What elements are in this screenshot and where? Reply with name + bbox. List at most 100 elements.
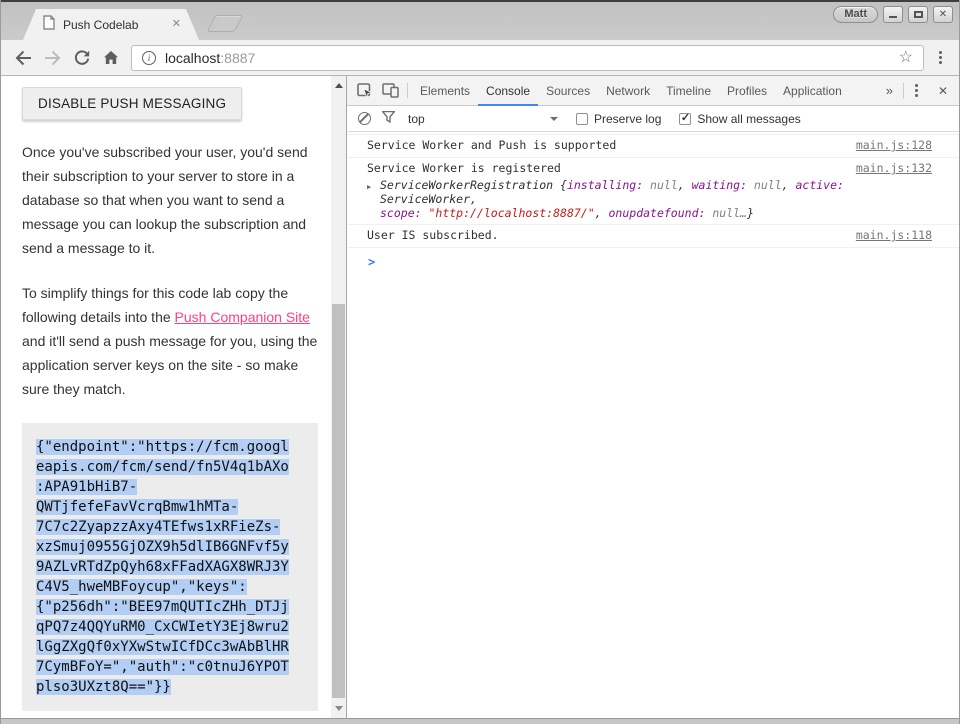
tab-title: Push Codelab (63, 18, 170, 32)
paragraph-subscription: Once you've subscribed your user, you'd … (22, 140, 318, 260)
reload-button[interactable] (67, 44, 96, 72)
browser-window: Push Codelab ✕ Matt ✕ i localhost:8887 ☆ (0, 0, 960, 724)
console-prompt[interactable]: > (347, 248, 959, 269)
preserve-log-option[interactable]: Preserve log (576, 112, 661, 126)
object-class-name: ServiceWorkerRegistration (380, 178, 553, 192)
minimize-icon (889, 16, 897, 18)
window-frame-bottom (1, 718, 959, 724)
object-value-null: null… (705, 206, 747, 220)
window-maximize-button[interactable] (908, 6, 928, 23)
console-message: Service Worker is registered main.js:132… (347, 158, 959, 225)
object-value-null: null (643, 178, 678, 192)
preserve-log-checkbox[interactable] (576, 113, 588, 125)
back-button[interactable] (9, 44, 38, 72)
object-value-null: null (747, 178, 782, 192)
object-property: scope: (380, 206, 422, 220)
object-property: waiting: (692, 178, 747, 192)
home-button[interactable] (96, 44, 125, 72)
show-all-messages-label: Show all messages (697, 112, 800, 126)
object-property: onupdatefound: (609, 206, 706, 220)
console-message: Service Worker and Push is supported mai… (347, 135, 959, 158)
devtools-panel: Elements Console Sources Network Timelin… (346, 76, 959, 718)
divider (903, 83, 904, 99)
object-brace: { (553, 178, 567, 192)
console-log: Service Worker and Push is supported mai… (347, 132, 959, 718)
scroll-up-arrow-icon[interactable] (331, 78, 346, 92)
console-toolbar: top Preserve log Show all messages (347, 106, 959, 132)
paragraph-companion: To simplify things for this code lab cop… (22, 281, 318, 401)
selected-code-text: {"endpoint":"https://fcm.googl eapis.com… (36, 439, 289, 695)
subscription-code-block: {"endpoint":"https://fcm.googl eapis.com… (22, 423, 318, 711)
browser-tab[interactable]: Push Codelab ✕ (23, 9, 199, 40)
object-property: installing: (567, 178, 643, 192)
filter-icon[interactable] (382, 111, 395, 126)
bookmark-star-icon[interactable]: ☆ (899, 50, 913, 66)
page-favicon-icon (43, 15, 55, 35)
tab-application[interactable]: Application (775, 76, 850, 105)
paragraph-companion-suffix: and it'll send a push message for you, u… (22, 333, 317, 397)
window-controls: Matt ✕ (833, 6, 953, 23)
console-message-text: Service Worker and Push is supported (367, 138, 616, 152)
object-value: ServiceWorker (380, 192, 470, 206)
new-tab-button[interactable] (207, 15, 244, 32)
tab-network[interactable]: Network (598, 76, 658, 105)
inspect-element-icon[interactable] (351, 76, 377, 105)
divider (407, 83, 408, 98)
tab-sources[interactable]: Sources (538, 76, 598, 105)
more-tabs-icon[interactable]: » (878, 83, 901, 98)
device-toolbar-icon[interactable] (377, 76, 403, 105)
tab-console[interactable]: Console (478, 76, 538, 105)
object-separator: , (470, 192, 477, 206)
tab-close-icon[interactable]: ✕ (170, 17, 183, 32)
object-separator: , (595, 206, 609, 220)
page-scrollbar[interactable] (331, 76, 346, 718)
devtools-tabbar-right: » ✕ (878, 76, 959, 105)
maximize-icon (914, 11, 923, 18)
object-separator: , (782, 178, 796, 192)
source-link[interactable]: main.js:128 (856, 138, 932, 153)
tab-elements[interactable]: Elements (412, 76, 478, 105)
web-page: DISABLE PUSH MESSAGING Once you've subsc… (1, 76, 331, 718)
devtools-close-icon[interactable]: ✕ (927, 84, 959, 98)
console-message: User IS subscribed. main.js:118 (347, 225, 959, 248)
show-all-messages-option[interactable]: Show all messages (679, 112, 800, 126)
content-area: DISABLE PUSH MESSAGING Once you've subsc… (1, 76, 959, 718)
object-property: active: (795, 178, 843, 192)
forward-button[interactable] (38, 44, 67, 72)
devtools-menu-icon[interactable] (906, 84, 927, 97)
source-link[interactable]: main.js:132 (856, 161, 932, 176)
browser-menu-button[interactable] (930, 51, 951, 64)
object-brace: } (747, 206, 754, 220)
object-preview: ▶ServiceWorkerRegistration {installing: … (367, 178, 854, 220)
prompt-chevron-icon: > (368, 255, 375, 269)
url-port: :8887 (220, 50, 255, 66)
tab-strip: Push Codelab ✕ Matt ✕ (1, 0, 959, 40)
nav-toolbar: i localhost:8887 ☆ (1, 40, 959, 76)
expand-triangle-icon[interactable]: ▶ (367, 180, 371, 194)
profile-button[interactable]: Matt (833, 6, 878, 23)
preserve-log-label: Preserve log (594, 112, 661, 126)
object-value-string: "http://localhost:8887/" (422, 206, 595, 220)
url-text: localhost:8887 (165, 50, 255, 66)
address-bar[interactable]: i localhost:8887 ☆ (131, 45, 924, 71)
window-minimize-button[interactable] (883, 6, 903, 23)
tab-timeline[interactable]: Timeline (658, 76, 719, 105)
scroll-down-arrow-icon[interactable] (331, 701, 346, 715)
execution-context-selector[interactable]: top (408, 112, 558, 126)
page-info-icon[interactable]: i (142, 51, 156, 65)
chevron-down-icon (550, 117, 558, 121)
execution-context-label: top (408, 112, 550, 126)
url-host: localhost (165, 50, 220, 66)
tab-profiles[interactable]: Profiles (719, 76, 775, 105)
disable-push-button[interactable]: DISABLE PUSH MESSAGING (22, 87, 242, 120)
show-all-messages-checkbox[interactable] (679, 113, 691, 125)
scrollbar-thumb[interactable] (332, 304, 345, 698)
clear-console-icon[interactable] (358, 112, 371, 125)
console-message-text: Service Worker is registered (367, 161, 561, 175)
push-companion-site-link[interactable]: Push Companion Site (175, 309, 310, 325)
devtools-tabbar: Elements Console Sources Network Timelin… (347, 76, 959, 106)
console-message-text: User IS subscribed. (367, 228, 499, 242)
object-separator: , (678, 178, 692, 192)
window-close-button[interactable]: ✕ (933, 6, 953, 23)
source-link[interactable]: main.js:118 (856, 228, 932, 243)
